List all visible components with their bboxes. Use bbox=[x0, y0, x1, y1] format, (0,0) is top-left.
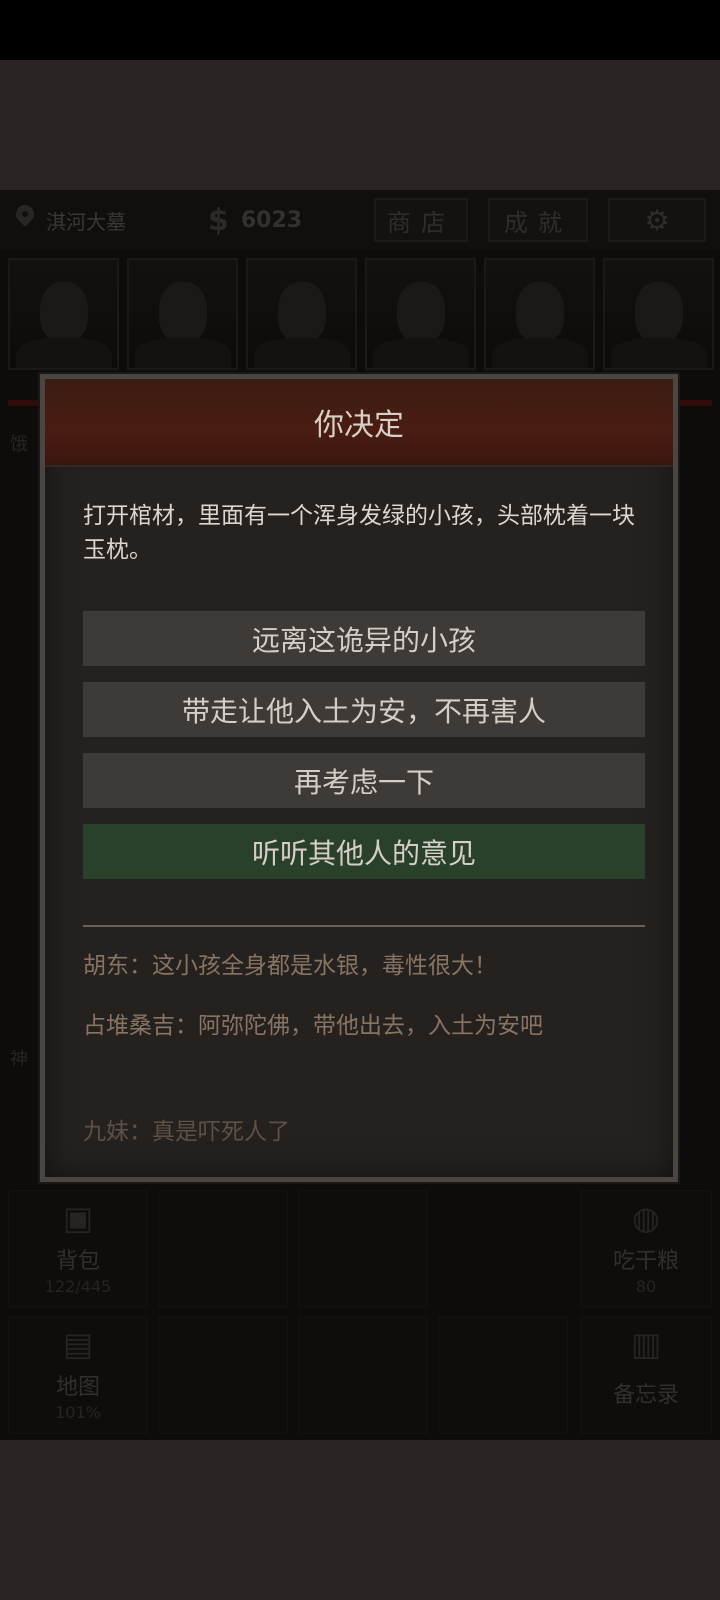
comment-speaker: 九妹： bbox=[83, 1119, 152, 1145]
dialog-title: 你决定 bbox=[45, 379, 673, 467]
status-bar bbox=[0, 0, 720, 60]
option-leave-child[interactable]: 远离这诡异的小孩 bbox=[83, 611, 645, 666]
comment: 占堆桑吉： 阿弥陀佛，带他出去，入土为安吧 bbox=[83, 1009, 645, 1043]
comment-text: 阿弥陀佛，带他出去，入土为安吧 bbox=[198, 1013, 543, 1039]
bottom-spacer bbox=[0, 1440, 720, 1600]
option-bury-child[interactable]: 带走让他入土为安，不再害人 bbox=[83, 682, 645, 737]
top-spacer bbox=[0, 60, 720, 190]
comment-text: 真是吓死人了 bbox=[152, 1119, 290, 1145]
divider bbox=[83, 925, 645, 927]
comment: 九妹： 真是吓死人了 bbox=[83, 1115, 645, 1149]
comment-speaker: 占堆桑吉： bbox=[83, 1013, 198, 1039]
option-ask-others[interactable]: 听听其他人的意见 bbox=[83, 824, 645, 879]
comment-text: 这小孩全身都是水银，毒性很大！ bbox=[152, 953, 497, 979]
comment-speaker: 胡东： bbox=[83, 953, 152, 979]
option-reconsider[interactable]: 再考虑一下 bbox=[83, 753, 645, 808]
comment: 胡东： 这小孩全身都是水银，毒性很大！ bbox=[83, 949, 645, 983]
decision-dialog: 你决定 打开棺材，里面有一个浑身发绿的小孩，头部枕着一块玉枕。 远离这诡异的小孩… bbox=[40, 374, 678, 1182]
dialog-description: 打开棺材，里面有一个浑身发绿的小孩，头部枕着一块玉枕。 bbox=[83, 503, 635, 563]
